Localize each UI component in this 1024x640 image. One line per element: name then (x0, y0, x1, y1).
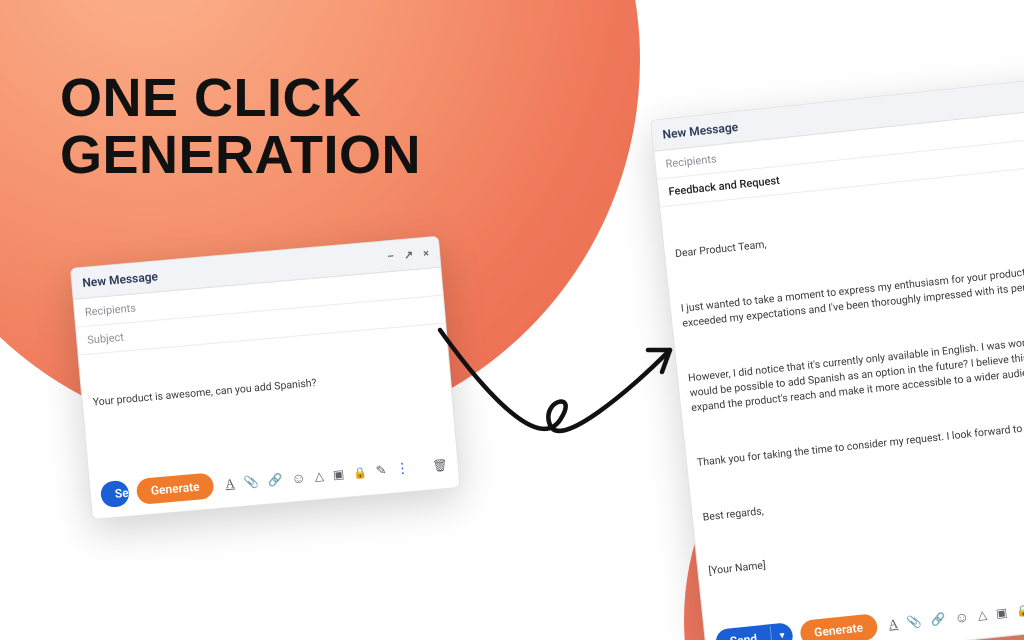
headline-line1: ONE CLICK (60, 70, 421, 127)
compose-window-after: New Message Recipients Feedback and Requ… (650, 74, 1024, 640)
body-greeting: Dear Product Team, (674, 203, 1024, 262)
image-icon[interactable] (995, 605, 1008, 621)
compose-title: New Message (662, 120, 739, 142)
send-button[interactable]: Send ▾ (100, 480, 130, 508)
compose-title: New Message (82, 269, 159, 290)
format-text-icon[interactable]: A (225, 475, 236, 492)
marketing-slide: ONE CLICK GENERATION New Message – ↗ × R… (0, 0, 1024, 640)
body-paragraph-1: I just wanted to take a moment to expres… (680, 257, 1024, 331)
close-icon[interactable]: × (423, 246, 430, 259)
emoji-icon[interactable] (291, 469, 307, 487)
send-label: Send (100, 480, 130, 508)
lock-icon[interactable] (1015, 603, 1024, 619)
body-name-placeholder: [Your Name] (708, 520, 1024, 579)
link-icon[interactable] (267, 472, 283, 488)
generate-button[interactable]: Generate (799, 613, 878, 640)
headline: ONE CLICK GENERATION (60, 70, 421, 183)
send-dropdown-icon[interactable]: ▾ (770, 624, 794, 640)
compose-window-before: New Message – ↗ × Recipients Subject You… (70, 236, 461, 520)
headline-line2: GENERATION (60, 127, 421, 184)
formatting-toolbar: A (225, 456, 449, 492)
image-icon[interactable] (332, 466, 345, 482)
drive-icon[interactable] (314, 468, 325, 484)
minimize-icon[interactable]: – (387, 249, 395, 263)
body-paragraph-2: However, I did notice that it's currentl… (687, 327, 1024, 416)
attach-icon[interactable] (243, 474, 259, 490)
emoji-icon[interactable] (954, 608, 970, 626)
lock-icon[interactable] (352, 464, 367, 480)
body-paragraph-3: Thank you for taking the time to conside… (696, 411, 1024, 470)
body-signoff: Best regards, (702, 466, 1024, 525)
attach-icon[interactable] (906, 614, 922, 630)
body-text: Your product is awesome, can you add Spa… (92, 365, 440, 410)
pen-icon[interactable] (375, 463, 387, 479)
send-label: Send (715, 624, 773, 640)
generate-button[interactable]: Generate (136, 472, 215, 505)
drive-icon[interactable] (977, 607, 988, 623)
send-button[interactable]: Send ▾ (715, 622, 794, 640)
format-text-icon[interactable]: A (888, 616, 899, 633)
expand-icon[interactable]: ↗ (403, 248, 413, 262)
window-controls: – ↗ × (387, 246, 430, 263)
more-options-icon[interactable] (395, 460, 410, 477)
generate-label: Generate (814, 621, 864, 640)
arrow-icon (430, 310, 690, 480)
email-body[interactable]: Dear Product Team, I just wanted to take… (660, 162, 1024, 624)
generate-label: Generate (150, 480, 200, 498)
link-icon[interactable] (930, 611, 946, 627)
